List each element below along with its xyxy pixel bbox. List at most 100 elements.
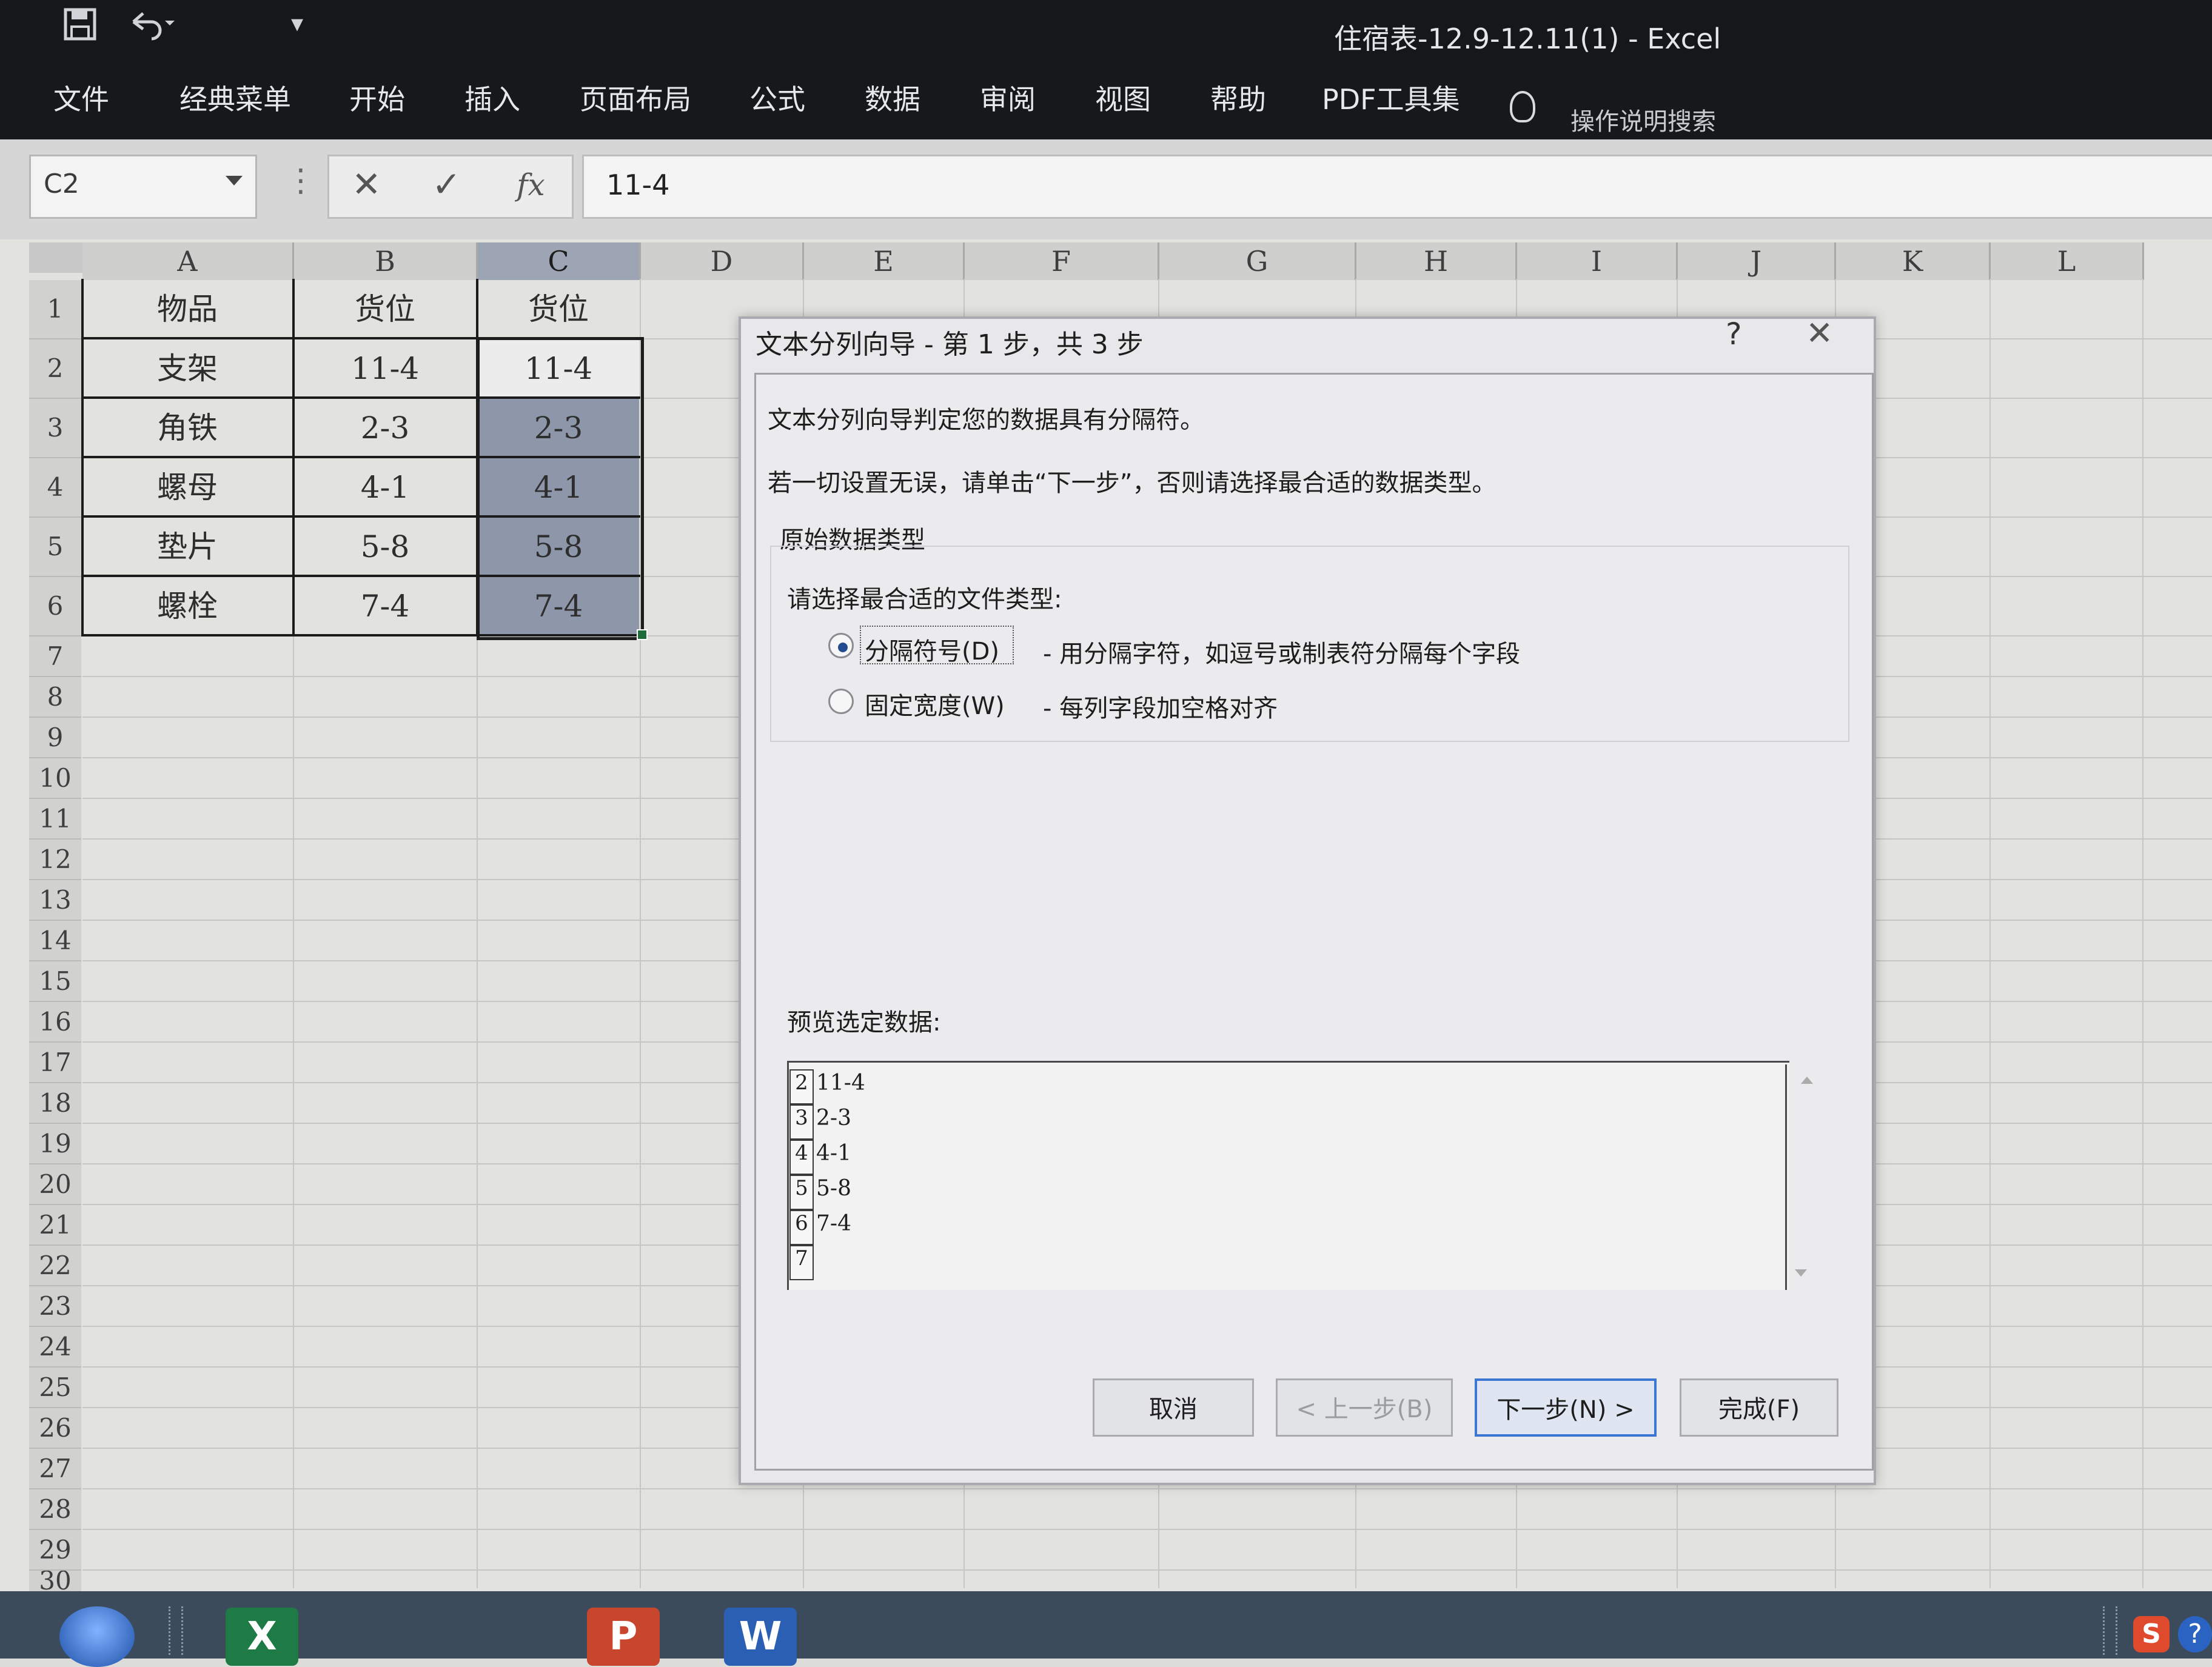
row-header-25[interactable]: 25	[29, 1368, 81, 1408]
customize-quick-access-icon[interactable]: ▾	[291, 10, 303, 38]
cell-a3[interactable]: 角铁	[82, 399, 292, 457]
row-header-19[interactable]: 19	[29, 1124, 81, 1164]
fill-handle[interactable]	[637, 629, 648, 640]
file-type-prompt: 请选择最合适的文件类型:	[787, 586, 1062, 613]
finish-button[interactable]: 完成(F)	[1680, 1378, 1838, 1437]
cell-b4[interactable]: 4-1	[294, 458, 476, 516]
scroll-up-arrow-icon[interactable]	[1801, 1077, 1813, 1084]
row-header-7[interactable]: 7	[29, 636, 81, 677]
tab-data[interactable]: 数据	[865, 78, 920, 118]
row-header-8[interactable]: 8	[29, 677, 81, 718]
row-header-22[interactable]: 22	[29, 1246, 81, 1286]
help-tray-icon[interactable]: ?	[2178, 1616, 2212, 1652]
formula-input[interactable]	[582, 155, 2212, 219]
cancel-icon[interactable]: ✕	[352, 164, 381, 205]
delimited-option-label[interactable]: 分隔符号(D)	[865, 632, 999, 667]
table-border	[292, 279, 295, 636]
lightbulb-icon[interactable]	[1510, 91, 1535, 122]
tab-home[interactable]: 开始	[349, 78, 405, 118]
tab-file[interactable]: 文件	[53, 78, 109, 118]
insert-function-icon[interactable]: fx	[517, 167, 545, 202]
column-header-k[interactable]: K	[1836, 242, 1991, 280]
row-header-12[interactable]: 12	[29, 840, 81, 880]
sogou-input-icon[interactable]: S	[2133, 1616, 2170, 1652]
row-header-28[interactable]: 28	[29, 1489, 81, 1530]
scroll-down-arrow-icon[interactable]	[1795, 1269, 1807, 1277]
row-header-20[interactable]: 20	[29, 1164, 81, 1205]
data-preview[interactable]	[787, 1061, 1789, 1290]
row-header-23[interactable]: 23	[29, 1286, 81, 1327]
row-header-10[interactable]: 10	[29, 758, 81, 799]
select-all-corner[interactable]	[29, 242, 82, 273]
column-header-c[interactable]: C	[478, 242, 641, 280]
cell-b5[interactable]: 5-8	[294, 518, 476, 576]
tab-page-layout[interactable]: 页面布局	[580, 78, 691, 118]
row-header-29[interactable]: 29	[29, 1530, 81, 1571]
row-header-6[interactable]: 6	[29, 577, 81, 636]
word-app-icon[interactable]: W	[724, 1608, 797, 1666]
help-icon[interactable]: ?	[1726, 316, 1742, 352]
cell-b6[interactable]: 7-4	[294, 577, 476, 635]
next-button[interactable]: 下一步(N) >	[1475, 1378, 1657, 1437]
column-header-j[interactable]: J	[1678, 242, 1836, 280]
save-icon[interactable]	[63, 7, 97, 50]
column-header-h[interactable]: H	[1356, 242, 1517, 280]
cell-a6[interactable]: 螺栓	[82, 577, 292, 635]
row-header-15[interactable]: 15	[29, 961, 81, 1002]
row-header-18[interactable]: 18	[29, 1083, 81, 1124]
tab-insert[interactable]: 插入	[464, 78, 520, 118]
fixed-width-radio[interactable]	[828, 689, 854, 714]
back-button[interactable]: < 上一步(B)	[1276, 1378, 1453, 1437]
tell-me-search[interactable]: 操作说明搜索	[1570, 102, 1716, 137]
cell-a2[interactable]: 支架	[82, 339, 292, 398]
row-header-26[interactable]: 26	[29, 1408, 81, 1449]
row-header-5[interactable]: 5	[29, 518, 81, 577]
more-options-icon[interactable]: ⋮	[285, 162, 317, 199]
cell-a4[interactable]: 螺母	[82, 458, 292, 516]
row-header-27[interactable]: 27	[29, 1449, 81, 1489]
fixed-width-option-label[interactable]: 固定宽度(W)	[865, 686, 1005, 721]
cancel-button[interactable]: 取消	[1093, 1378, 1254, 1437]
row-header-16[interactable]: 16	[29, 1002, 81, 1043]
column-header-f[interactable]: F	[965, 242, 1159, 280]
column-header-b[interactable]: B	[294, 242, 478, 280]
delimited-radio[interactable]	[828, 633, 854, 658]
cell-b3[interactable]: 2-3	[294, 399, 476, 457]
cell-b2[interactable]: 11-4	[294, 339, 476, 398]
cell-c1[interactable]: 货位	[478, 280, 639, 338]
tab-help[interactable]: 帮助	[1210, 78, 1266, 118]
excel-app-icon[interactable]: X	[226, 1608, 298, 1666]
powerpoint-app-icon[interactable]: P	[587, 1608, 660, 1666]
column-header-a[interactable]: A	[82, 242, 294, 280]
cell-b1[interactable]: 货位	[294, 280, 476, 338]
row-header-1[interactable]: 1	[29, 280, 81, 339]
chevron-down-icon[interactable]	[226, 176, 243, 185]
cell-a5[interactable]: 垫片	[82, 518, 292, 576]
row-header-3[interactable]: 3	[29, 399, 81, 458]
column-header-i[interactable]: I	[1517, 242, 1678, 280]
tab-classic-menu[interactable]: 经典菜单	[179, 78, 291, 118]
row-header-24[interactable]: 24	[29, 1327, 81, 1368]
column-header-d[interactable]: D	[641, 242, 804, 280]
row-header-30[interactable]: 30	[29, 1571, 81, 1592]
row-header-2[interactable]: 2	[29, 339, 81, 399]
cell-a1[interactable]: 物品	[82, 280, 292, 338]
row-header-14[interactable]: 14	[29, 921, 81, 961]
column-header-l[interactable]: L	[1991, 242, 2144, 280]
row-header-13[interactable]: 13	[29, 880, 81, 921]
start-button[interactable]	[59, 1606, 135, 1667]
tab-formulas[interactable]: 公式	[749, 78, 805, 118]
row-header-17[interactable]: 17	[29, 1043, 81, 1083]
column-header-e[interactable]: E	[804, 242, 965, 280]
tab-view[interactable]: 视图	[1095, 78, 1151, 118]
tab-pdf-tools[interactable]: PDF工具集	[1322, 78, 1460, 118]
enter-icon[interactable]: ✓	[432, 164, 461, 205]
close-icon[interactable]: ✕	[1806, 314, 1833, 352]
tab-review[interactable]: 审阅	[980, 78, 1036, 118]
column-header-g[interactable]: G	[1159, 242, 1356, 280]
undo-icon[interactable]	[127, 7, 176, 50]
row-header-9[interactable]: 9	[29, 718, 81, 758]
row-header-11[interactable]: 11	[29, 799, 81, 840]
row-header-4[interactable]: 4	[29, 458, 81, 518]
row-header-21[interactable]: 21	[29, 1205, 81, 1246]
